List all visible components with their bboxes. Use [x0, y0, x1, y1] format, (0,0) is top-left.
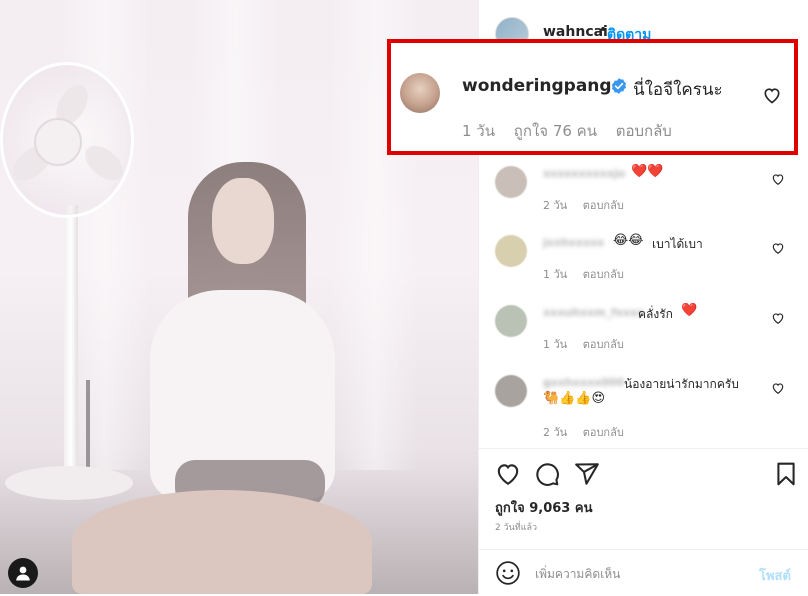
comment-emoji: ❤️ [681, 303, 698, 318]
fan-hub [34, 118, 82, 166]
comment-meta: 2 วัน ตอบกลับ [543, 196, 636, 214]
comment-time[interactable]: 2 วัน [543, 199, 567, 212]
post-header: wahncai • ติดตาม [479, 0, 808, 51]
comment-text: เบาได้เบา [652, 237, 703, 251]
post-comment-button[interactable]: โพสต์ [759, 565, 791, 586]
comment-username[interactable]: gxxhxxxx000 [543, 376, 624, 389]
avatar[interactable] [495, 375, 527, 407]
post-actions: ถูกใจ 9,063 คน 2 วันที่แล้ว โพสต์ [479, 448, 808, 595]
comment-username[interactable]: xxxxxxxxxxjo [543, 167, 625, 180]
reply-button[interactable]: ตอบกลับ [583, 268, 624, 281]
comment-meta: 1 วัน ตอบกลับ [543, 265, 636, 283]
smiley-icon[interactable] [495, 560, 521, 586]
comment-likes[interactable]: ถูกใจ 76 คน [514, 122, 597, 140]
comment-meta: 1 วัน ตอบกลับ [543, 335, 636, 353]
likes-count[interactable]: ถูกใจ 9,063 คน [495, 497, 592, 518]
fan-pole [64, 205, 78, 490]
person-legs [72, 490, 372, 594]
fan-base [5, 466, 133, 500]
heart-icon[interactable] [771, 380, 785, 394]
reply-button[interactable]: ตอบกลับ [583, 199, 624, 212]
person-face [212, 178, 274, 264]
share-icon[interactable] [574, 461, 600, 487]
comment-time[interactable]: 2 วัน [543, 426, 567, 439]
heart-icon[interactable] [762, 85, 782, 105]
comment-username[interactable]: jxxhxxxxx [543, 236, 604, 249]
comment-emoji: 😂😂 [613, 233, 644, 248]
post-timestamp[interactable]: 2 วันที่แล้ว [495, 520, 537, 534]
heart-icon[interactable] [771, 171, 785, 185]
comment-icon[interactable] [534, 461, 560, 487]
comment-text: นี่ใอจีใครนะ [633, 80, 723, 100]
verified-badge-icon [610, 77, 628, 95]
avatar[interactable] [495, 235, 527, 267]
comment-meta: 1 วัน ถูกใจ 76 คน ตอบกลับ [462, 119, 686, 143]
reply-button[interactable]: ตอบกลับ [583, 426, 624, 439]
fan-cord [86, 380, 90, 470]
comment-meta: 2 วัน ตอบกลับ [543, 423, 636, 441]
comment-username[interactable]: wonderingpango [462, 76, 623, 96]
comment-input[interactable] [535, 564, 745, 584]
avatar[interactable] [495, 305, 527, 337]
bookmark-icon[interactable] [773, 461, 799, 487]
avatar[interactable] [400, 73, 440, 113]
comment-emoji: ❤️❤️ [631, 164, 664, 179]
comment-time[interactable]: 1 วัน [462, 122, 495, 140]
comment-text: น้องอายน่ารักมากครับ [624, 377, 739, 391]
comment-text: คลั่งรัก [638, 307, 673, 321]
user-tag-icon[interactable] [8, 558, 38, 588]
heart-icon[interactable] [771, 240, 785, 254]
reply-button[interactable]: ตอบกลับ [616, 122, 672, 140]
highlighted-comment: wonderingpango นี่ใอจีใครนะ 1 วัน ถูกใจ … [387, 39, 798, 155]
comment-time[interactable]: 1 วัน [543, 338, 567, 351]
reply-button[interactable]: ตอบกลับ [583, 338, 624, 351]
comment-username[interactable]: xxxuhxxm_fxxxx [543, 306, 644, 319]
add-comment-bar: โพสต์ [479, 549, 808, 596]
comment-time[interactable]: 1 วัน [543, 268, 567, 281]
heart-icon[interactable] [771, 310, 785, 324]
heart-icon[interactable] [495, 461, 521, 487]
comment-emoji: 🐫👍👍😍 [543, 391, 606, 406]
avatar[interactable] [495, 166, 527, 198]
